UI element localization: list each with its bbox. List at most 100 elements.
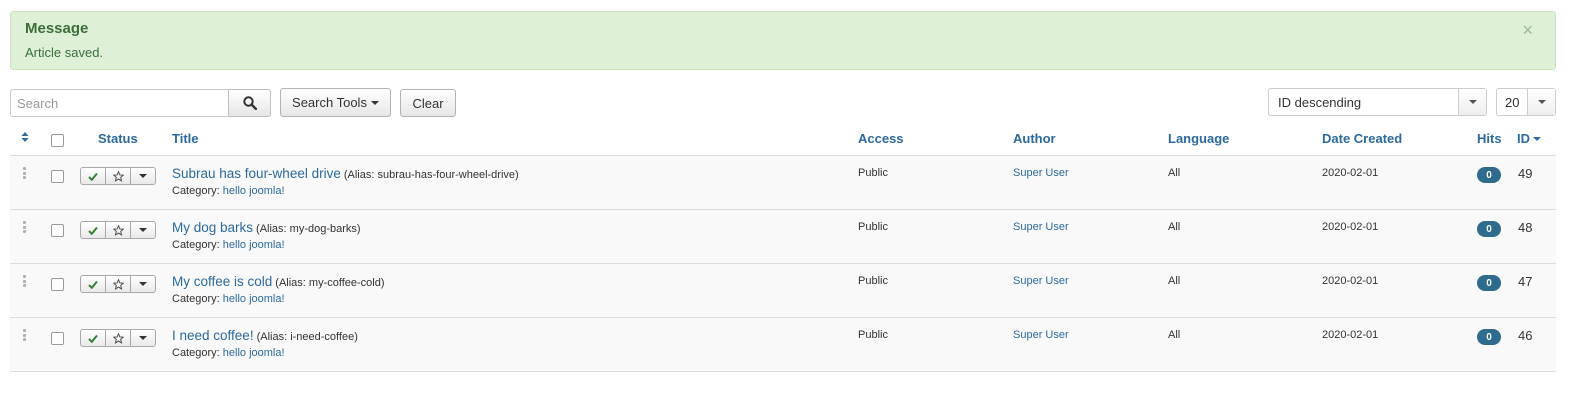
actions-dropdown-toggle[interactable] (131, 330, 155, 346)
status-button-group (80, 167, 156, 185)
hits-badge: 0 (1477, 167, 1501, 183)
category-link[interactable]: hello joomla! (223, 293, 285, 305)
ordering-select[interactable]: ID descending (1268, 88, 1487, 116)
hits-badge: 0 (1477, 329, 1501, 345)
drag-handle-icon[interactable] (23, 275, 26, 287)
caret-down-icon (1468, 100, 1477, 104)
id-cell: 47 (1518, 274, 1533, 289)
drag-handle-icon[interactable] (23, 167, 26, 179)
language-cell: All (1168, 329, 1181, 341)
table-row: My coffee is cold (Alias: my-coffee-cold)… (10, 264, 1556, 318)
article-alias: (Alias: subrau-has-four-wheel-drive) (343, 169, 519, 181)
category-link[interactable]: hello joomla! (223, 239, 285, 251)
featured-toggle[interactable] (106, 330, 131, 346)
check-icon (88, 280, 98, 289)
id-cell: 48 (1518, 220, 1533, 235)
limit-dropdown-toggle[interactable] (1527, 89, 1555, 115)
article-title-link[interactable]: Subrau has four-wheel drive (172, 166, 341, 181)
search-icon (242, 96, 257, 110)
check-icon (88, 334, 98, 343)
column-date-created[interactable]: Date Created (1322, 131, 1402, 146)
actions-dropdown-toggle[interactable] (131, 222, 155, 238)
row-checkbox[interactable] (51, 278, 64, 291)
category-line: Category: hello joomla! (172, 239, 285, 251)
caret-down-icon (370, 100, 379, 105)
category-link[interactable]: hello joomla! (223, 185, 285, 197)
published-toggle[interactable] (81, 276, 106, 292)
date-created-cell: 2020-02-01 (1322, 221, 1379, 233)
category-prefix: Category: (172, 293, 220, 305)
star-icon (112, 170, 124, 182)
language-cell: All (1168, 167, 1181, 179)
caret-down-icon (139, 228, 147, 232)
search-tools-button[interactable]: Search Tools (280, 88, 391, 117)
category-line: Category: hello joomla! (172, 347, 285, 359)
category-prefix: Category: (172, 239, 220, 251)
article-alias: (Alias: my-coffee-cold) (275, 277, 385, 289)
row-checkbox[interactable] (51, 170, 64, 183)
author-link[interactable]: Super User (1013, 275, 1069, 287)
article-title-link[interactable]: I need coffee! (172, 328, 254, 343)
article-alias: (Alias: i-need-coffee) (256, 331, 358, 343)
author-link[interactable]: Super User (1013, 221, 1069, 233)
actions-dropdown-toggle[interactable] (131, 168, 155, 184)
access-cell: Public (858, 329, 888, 341)
language-cell: All (1168, 221, 1181, 233)
drag-handle-icon[interactable] (23, 329, 26, 341)
table-header: Status Title Access Author Language Date… (10, 124, 1556, 156)
category-prefix: Category: (172, 185, 220, 197)
column-access[interactable]: Access (858, 131, 904, 146)
limit-value: 20 (1505, 95, 1520, 110)
message-heading: Message (25, 20, 89, 37)
title-cell: My dog barks (Alias: my-dog-barks) (172, 220, 361, 235)
status-button-group (80, 221, 156, 239)
featured-toggle[interactable] (106, 276, 131, 292)
article-title-link[interactable]: My coffee is cold (172, 274, 272, 289)
caret-down-icon (139, 336, 147, 340)
published-toggle[interactable] (81, 168, 106, 184)
column-author[interactable]: Author (1013, 131, 1056, 146)
search-input[interactable] (10, 89, 229, 117)
id-cell: 46 (1518, 328, 1533, 343)
article-title-link[interactable]: My dog barks (172, 220, 253, 235)
published-toggle[interactable] (81, 330, 106, 346)
category-line: Category: hello joomla! (172, 293, 285, 305)
table-row: I need coffee! (Alias: i-need-coffee) Cat… (10, 318, 1556, 372)
drag-handle-icon[interactable] (23, 221, 26, 233)
category-link[interactable]: hello joomla! (223, 347, 285, 359)
row-checkbox[interactable] (51, 332, 64, 345)
status-button-group (80, 275, 156, 293)
actions-dropdown-toggle[interactable] (131, 276, 155, 292)
search-button[interactable] (228, 89, 271, 117)
column-status[interactable]: Status (98, 131, 138, 146)
column-id[interactable]: ID (1517, 131, 1541, 146)
caret-down-icon (139, 282, 147, 286)
clear-label: Clear (412, 95, 444, 111)
star-icon (112, 278, 124, 290)
column-id-label: ID (1517, 131, 1530, 146)
date-created-cell: 2020-02-01 (1322, 275, 1379, 287)
featured-toggle[interactable] (106, 222, 131, 238)
column-hits[interactable]: Hits (1477, 131, 1502, 146)
row-checkbox[interactable] (51, 224, 64, 237)
limit-select[interactable]: 20 (1496, 88, 1556, 116)
caret-down-icon (1537, 100, 1546, 104)
caret-down-icon (1533, 137, 1541, 141)
column-title[interactable]: Title (172, 131, 199, 146)
author-link[interactable]: Super User (1013, 167, 1069, 179)
select-all-checkbox[interactable] (51, 134, 64, 147)
author-link[interactable]: Super User (1013, 329, 1069, 341)
column-language[interactable]: Language (1168, 131, 1229, 146)
sort-icon[interactable] (21, 131, 29, 143)
category-line: Category: hello joomla! (172, 185, 285, 197)
clear-button[interactable]: Clear (400, 89, 456, 117)
star-icon (112, 224, 124, 236)
close-icon[interactable]: × (1522, 21, 1533, 39)
published-toggle[interactable] (81, 222, 106, 238)
ordering-value: ID descending (1278, 95, 1362, 110)
featured-toggle[interactable] (106, 168, 131, 184)
hits-badge: 0 (1477, 275, 1501, 291)
access-cell: Public (858, 167, 888, 179)
ordering-dropdown-toggle[interactable] (1458, 89, 1486, 115)
message-text: Article saved. (25, 45, 104, 60)
